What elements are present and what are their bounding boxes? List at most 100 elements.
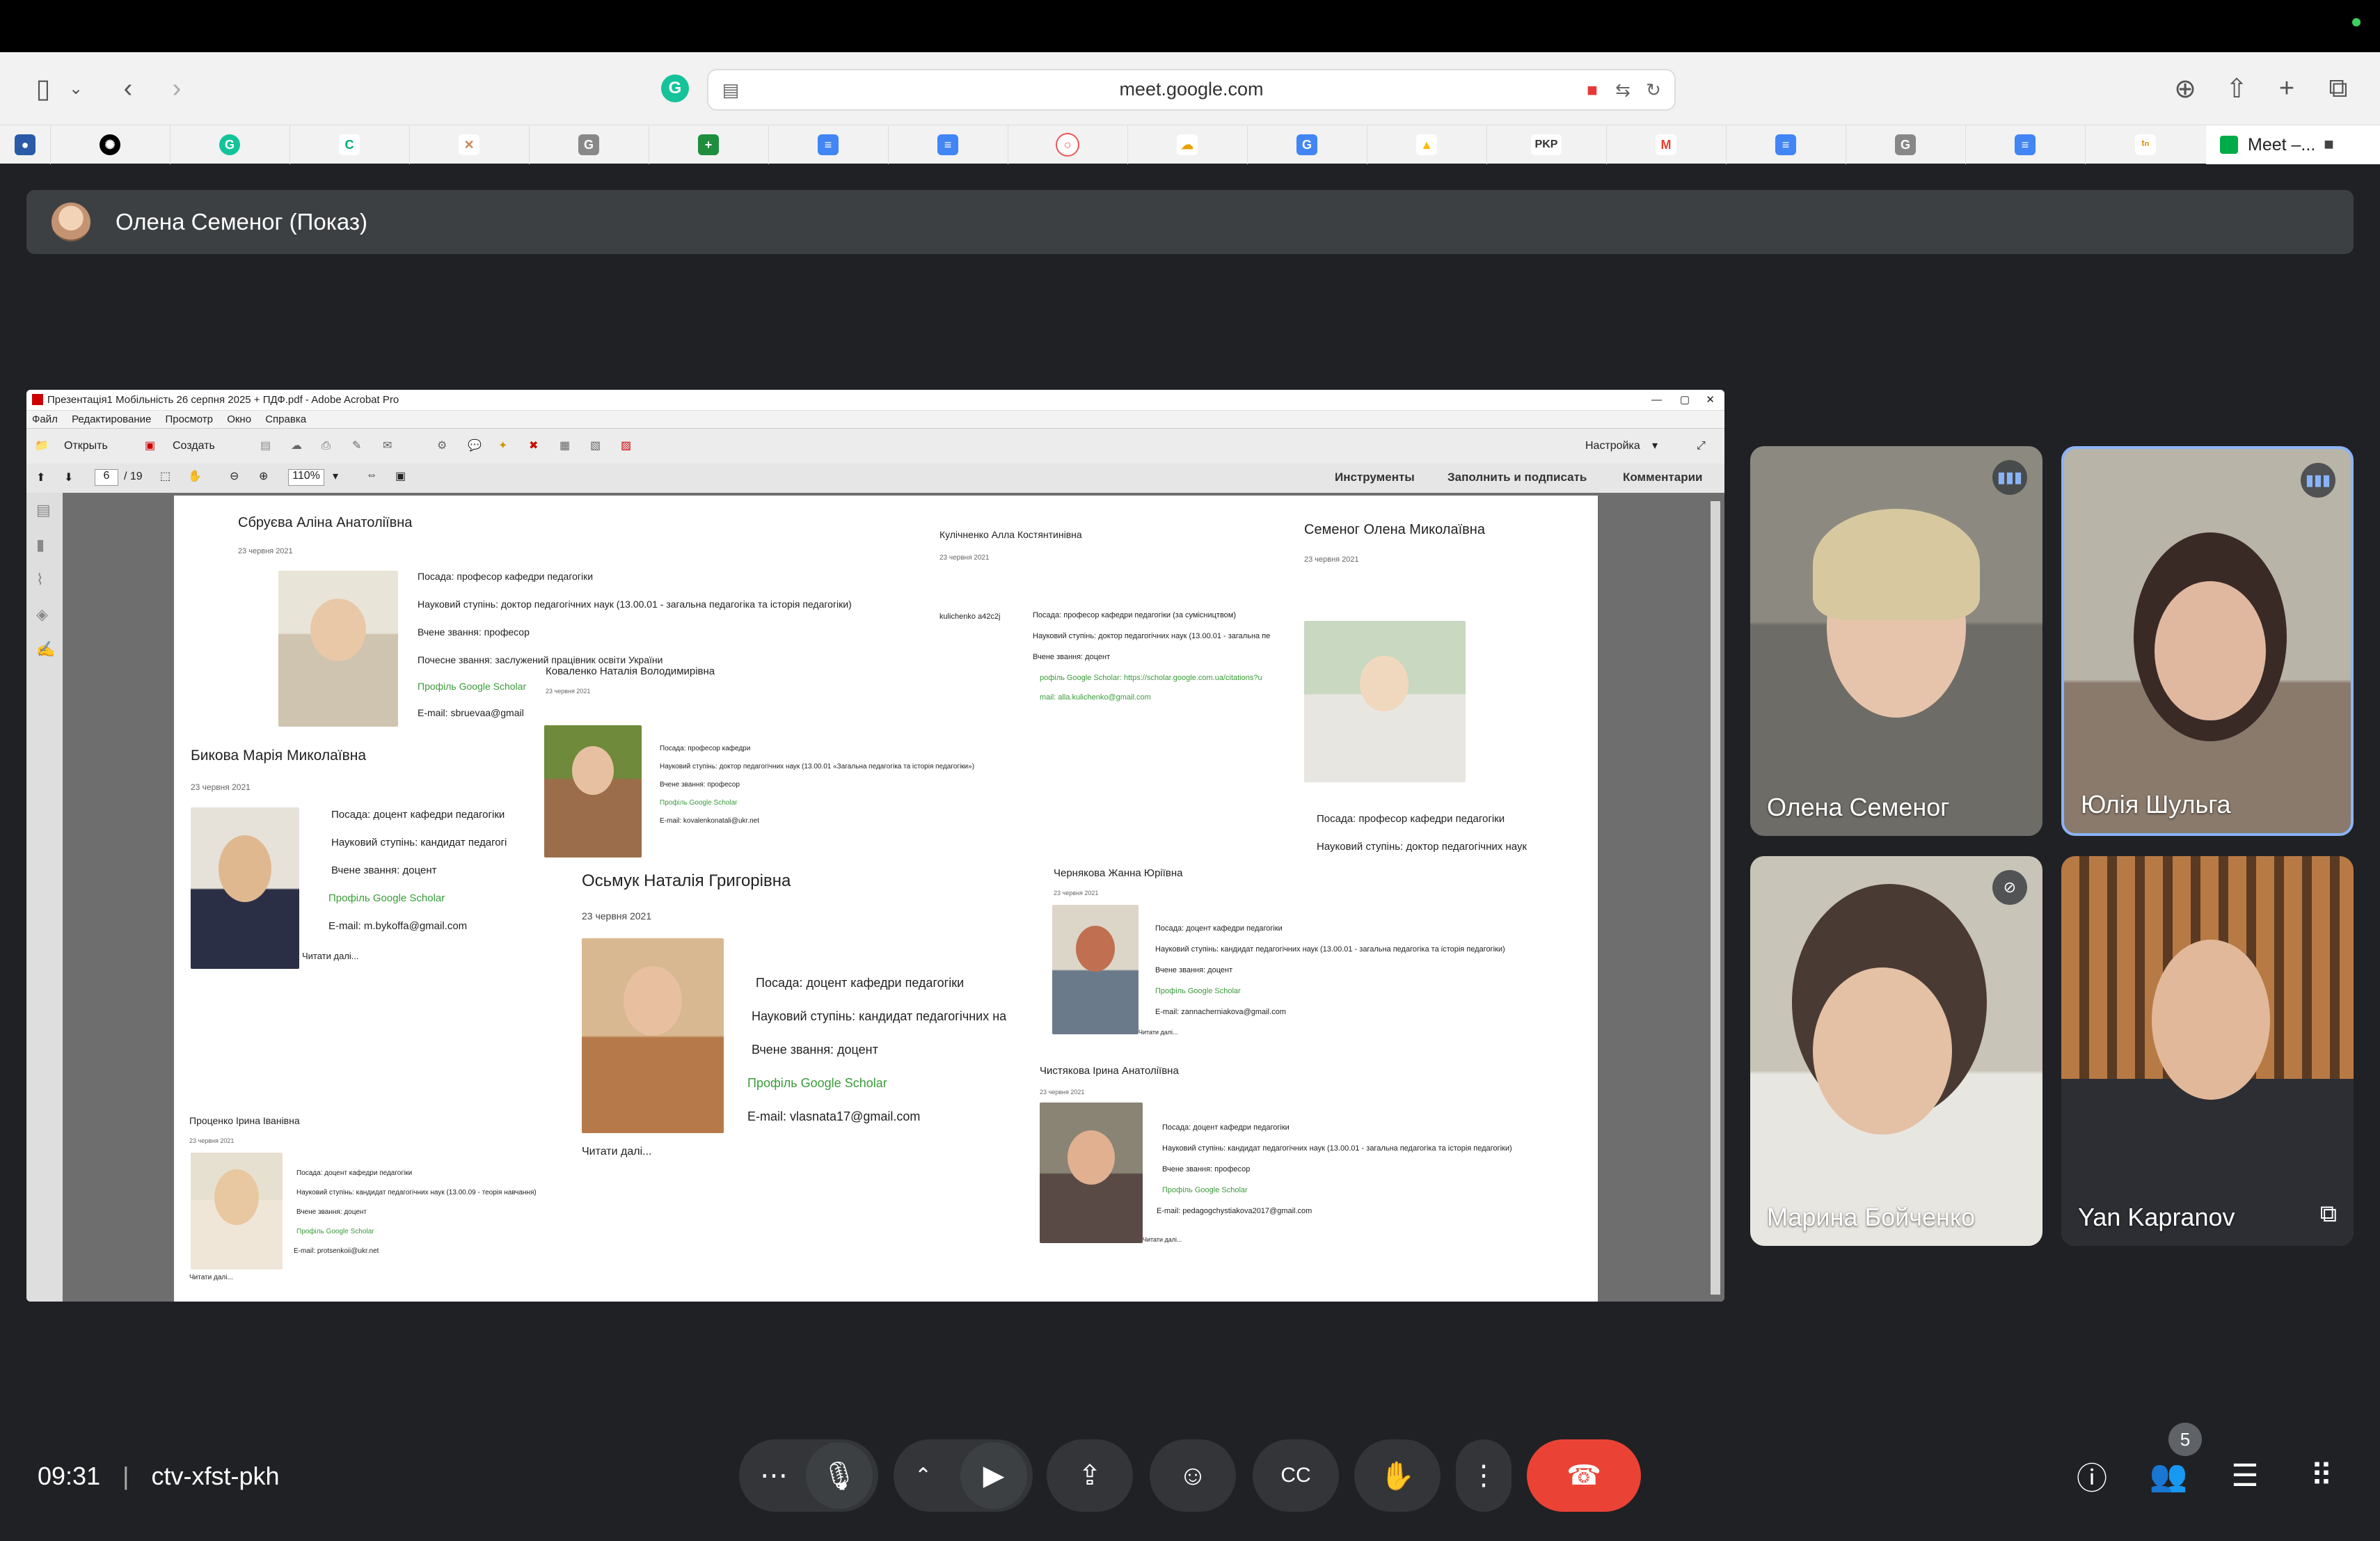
camera-button[interactable]: ▶ bbox=[960, 1442, 1027, 1509]
create-button[interactable]: Создать bbox=[173, 437, 215, 455]
email-link[interactable]: E-mail: vlasnata17@gmail.com bbox=[747, 1109, 920, 1124]
participant-tile[interactable]: ▮▮▮ Юлія Шульга bbox=[2061, 446, 2354, 836]
bookmark-item[interactable]: M bbox=[1606, 125, 1727, 164]
email-link[interactable]: E-mail: kovalenkonatali@ukr.net bbox=[660, 817, 759, 825]
prev-page-icon[interactable]: ⬆ bbox=[36, 471, 45, 484]
participant-tile[interactable]: ⊘ Марина Бойченко bbox=[1750, 856, 2042, 1246]
download-icon[interactable]: ⊕ bbox=[2167, 70, 2203, 106]
bookmark-icon[interactable]: ▮ bbox=[36, 536, 45, 554]
restore-icon[interactable]: ▢ bbox=[1680, 390, 1690, 411]
save-icon[interactable]: ▤ bbox=[260, 437, 271, 455]
read-more-link[interactable]: Читати далі... bbox=[1143, 1236, 1182, 1243]
activities-icon[interactable]: ⠿ bbox=[2299, 1453, 2344, 1498]
cloud-upload-icon[interactable]: ☁ bbox=[291, 437, 302, 455]
address-bar[interactable]: ▤ meet.google.com ■ ⇆ ↻ bbox=[707, 69, 1676, 111]
bookmark-item[interactable]: + bbox=[649, 125, 769, 164]
more-audio-options-icon[interactable]: ⋯ bbox=[760, 1460, 788, 1492]
people-icon[interactable]: 👥 bbox=[2146, 1453, 2191, 1498]
read-more-link[interactable]: Читати далі... bbox=[582, 1146, 651, 1158]
bookmark-item[interactable]: ○ bbox=[1008, 125, 1128, 164]
grammarly-icon[interactable]: G bbox=[657, 70, 693, 106]
attachment-icon[interactable]: ⌇ bbox=[36, 571, 44, 589]
stamp-icon[interactable]: ✦ bbox=[498, 437, 507, 455]
meeting-details-icon[interactable]: ⓘ bbox=[2070, 1453, 2114, 1498]
menu-item-edit[interactable]: Редактирование bbox=[72, 413, 151, 425]
next-page-icon[interactable]: ⬇ bbox=[64, 471, 73, 484]
customize-dropdown[interactable]: Настройка bbox=[1585, 437, 1640, 455]
chevron-up-icon[interactable]: ⌃ bbox=[914, 1464, 932, 1488]
redact-icon[interactable]: ✖ bbox=[529, 437, 538, 455]
email-icon[interactable]: ✉ bbox=[383, 437, 392, 455]
email-link[interactable]: E-mail: protsenkoii@ukr.net bbox=[294, 1247, 379, 1255]
translate-icon[interactable]: ⇆ bbox=[1610, 77, 1635, 102]
email-link[interactable]: mail: alla.kulichenko@gmail.com bbox=[1040, 693, 1151, 702]
comments-button[interactable]: Комментарии bbox=[1623, 471, 1702, 484]
sidebar-toggle-icon[interactable]: ▯ bbox=[25, 70, 61, 106]
scholar-link[interactable]: Профіль Google Scholar bbox=[747, 1076, 887, 1091]
export-icon[interactable]: ▧ bbox=[590, 437, 601, 455]
print-icon[interactable]: ⎙ bbox=[322, 437, 331, 455]
zoom-input[interactable]: 110% bbox=[288, 469, 324, 486]
menu-item-help[interactable]: Справка bbox=[265, 413, 306, 425]
fill-sign-button[interactable]: Заполнить и подписать bbox=[1447, 471, 1587, 484]
back-icon[interactable]: ‹ bbox=[110, 70, 146, 106]
menu-item-file[interactable]: Файл bbox=[32, 413, 58, 425]
emoji-reaction-button[interactable]: ☺ bbox=[1150, 1439, 1236, 1512]
bookmark-item[interactable]: G bbox=[170, 125, 290, 164]
hand-tool-icon[interactable]: ✋ bbox=[188, 469, 202, 483]
share-icon[interactable]: ⇧ bbox=[2219, 70, 2255, 106]
camera-recording-icon[interactable]: ■ bbox=[1580, 77, 1605, 102]
bookmark-item[interactable]: ≡ bbox=[768, 125, 889, 164]
email-link[interactable]: E-mail: pedagogchystiakova2017@gmail.com bbox=[1157, 1207, 1312, 1215]
zoom-out-icon[interactable]: ⊖ bbox=[230, 469, 239, 483]
bookmark-item[interactable]: G bbox=[1846, 125, 1966, 164]
pdf-icon[interactable]: ▨ bbox=[621, 437, 631, 455]
bookmark-item[interactable]: PKP bbox=[1486, 125, 1607, 164]
minimize-icon[interactable]: — bbox=[1651, 390, 1662, 411]
bookmark-item[interactable]: ☁ bbox=[1127, 125, 1248, 164]
bookmark-item[interactable]: ✕ bbox=[409, 125, 530, 164]
tab-meet[interactable]: Meet –... ■ bbox=[2206, 125, 2380, 164]
tab-overview-icon[interactable]: ⧉ bbox=[2320, 70, 2356, 106]
chat-icon[interactable]: ☰ bbox=[2223, 1453, 2267, 1498]
fit-page-icon[interactable]: ▣ bbox=[395, 469, 406, 483]
open-button[interactable]: Открыть bbox=[64, 437, 108, 455]
layers-icon[interactable]: ◈ bbox=[36, 606, 48, 624]
participant-tile[interactable]: ▮▮▮ Олена Семеног bbox=[1750, 446, 2042, 836]
chevron-down-icon[interactable]: ▾ bbox=[1652, 437, 1658, 455]
expand-icon[interactable]: ⤢ bbox=[1697, 437, 1706, 455]
page-number-input[interactable]: 6 bbox=[95, 469, 118, 486]
email-link[interactable]: E-mail: m.bykoffa@gmail.com bbox=[328, 920, 467, 932]
close-icon[interactable]: ✕ bbox=[1706, 390, 1715, 411]
tools-pane-button[interactable]: Инструменты bbox=[1335, 471, 1415, 484]
comment-icon[interactable]: 💬 bbox=[468, 437, 482, 455]
picture-in-picture-icon[interactable]: ⧉ bbox=[2320, 1201, 2337, 1228]
reload-icon[interactable]: ↻ bbox=[1641, 77, 1666, 102]
fit-width-icon[interactable]: ⇔ bbox=[366, 469, 377, 482]
bookmark-item[interactable]: ≡ bbox=[1965, 125, 2086, 164]
microphone-button[interactable]: 🎙 bbox=[806, 1442, 873, 1509]
bookmark-item[interactable]: ≡ bbox=[1726, 125, 1846, 164]
signature-icon[interactable]: ✍ bbox=[36, 640, 55, 658]
email-link[interactable]: E-mail: sbruevaa@gmail bbox=[418, 707, 524, 718]
raise-hand-button[interactable]: ✋ bbox=[1354, 1439, 1441, 1512]
read-more-link[interactable]: Читати далі... bbox=[302, 951, 359, 961]
document-scrollbar[interactable] bbox=[1711, 501, 1720, 1295]
chevron-down-icon[interactable]: ⌄ bbox=[64, 70, 88, 106]
scholar-link[interactable]: Профіль Google Scholar bbox=[660, 799, 738, 807]
read-more-link[interactable]: Читати далі... bbox=[189, 1274, 233, 1281]
scholar-link[interactable]: Профіль Google Scholar bbox=[1155, 987, 1241, 995]
menu-item-view[interactable]: Просмотр bbox=[166, 413, 214, 425]
bookmark-item[interactable]: ≡ bbox=[888, 125, 1008, 164]
gear-icon[interactable]: ⚙ bbox=[437, 437, 447, 455]
bookmark-item[interactable]: ✺ bbox=[50, 125, 170, 164]
bookmark-item[interactable]: G bbox=[529, 125, 649, 164]
compare-icon[interactable]: ▦ bbox=[560, 437, 570, 455]
forward-icon[interactable]: › bbox=[159, 70, 195, 106]
scholar-link[interactable]: Профіль Google Scholar bbox=[328, 892, 445, 904]
scholar-link[interactable]: Профіль Google Scholar bbox=[296, 1228, 374, 1235]
scholar-link[interactable]: Профіль Google Scholar bbox=[418, 681, 526, 692]
chevron-down-icon[interactable]: ▾ bbox=[333, 469, 338, 483]
edit-icon[interactable]: ✎ bbox=[352, 437, 361, 455]
scholar-link[interactable]: Профіль Google Scholar bbox=[1162, 1186, 1248, 1194]
